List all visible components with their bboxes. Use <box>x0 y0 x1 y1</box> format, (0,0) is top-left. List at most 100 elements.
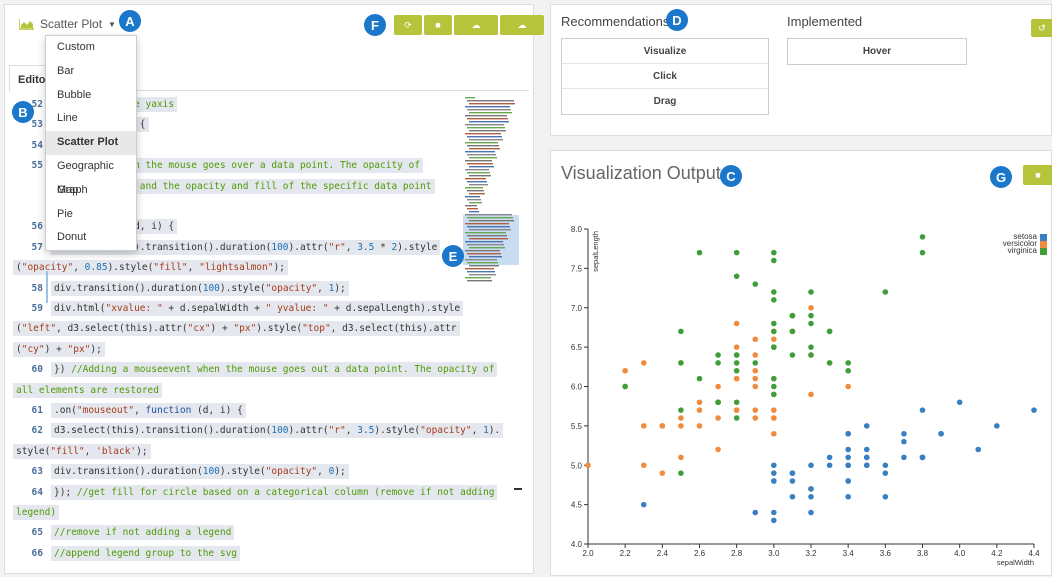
save-output-button[interactable]: ■ <box>1023 165 1052 185</box>
minimap-line <box>469 103 515 105</box>
code-text: .on("mouseout", function (d, i) { <box>51 401 246 421</box>
code-text: ("cy") + "px"); <box>13 340 105 360</box>
data-point-versicolor <box>659 423 666 429</box>
code-line[interactable]: 63 div.transition().duration(100).style(… <box>13 462 463 482</box>
code-line[interactable]: 60 }) //Adding a mouseevent when the mou… <box>13 360 498 380</box>
minimap-line <box>467 136 502 138</box>
code-line[interactable]: 65 //remove if not adding a legend <box>13 523 463 543</box>
annotation-badge-c: C <box>720 165 742 187</box>
data-point-versicolor <box>678 454 684 461</box>
minimap-line <box>469 256 502 258</box>
minimap-line <box>465 97 475 99</box>
code-line[interactable]: style("fill", 'black'); <box>13 442 463 462</box>
code-line[interactable]: all elements are restored <box>13 381 463 401</box>
minimap-line <box>465 232 506 234</box>
annotation-badge-d: D <box>666 9 688 31</box>
code-line[interactable]: legend) <box>13 503 463 523</box>
data-point-virginica <box>826 328 833 335</box>
code-text: ("opacity", 0.85).style("fill", "lightsa… <box>13 258 288 278</box>
data-point-versicolor <box>752 383 759 390</box>
minimap-line <box>465 106 510 108</box>
data-point-virginica <box>919 249 926 256</box>
minimap-line <box>467 154 496 156</box>
cloud-download-button[interactable]: ☁ <box>500 15 544 35</box>
code-line[interactable]: 62 d3.select(this).transition().duration… <box>13 421 504 441</box>
menu-item-line[interactable]: Line <box>46 107 136 131</box>
code-line[interactable]: ("cy") + "px"); <box>13 340 463 360</box>
data-point-virginica <box>678 407 684 413</box>
data-point-setosa <box>789 478 796 484</box>
cloud-upload-button[interactable]: ☁ <box>454 15 498 35</box>
y-axis-label: sepalLength <box>591 231 600 272</box>
data-point-setosa <box>771 470 777 476</box>
data-point-versicolor <box>696 399 703 406</box>
data-point-versicolor <box>752 367 759 374</box>
minimap-line <box>469 121 509 123</box>
interaction-drag[interactable]: Drag <box>562 89 768 114</box>
data-point-virginica <box>733 360 740 366</box>
minimap-line <box>467 181 487 183</box>
interaction-visualize[interactable]: Visualize <box>562 39 768 64</box>
cloud-upload-icon: ☁ <box>471 19 481 30</box>
menu-item-geographic-map[interactable]: Geographic Map <box>46 155 136 196</box>
data-point-setosa <box>882 462 889 469</box>
data-point-virginica <box>771 328 777 335</box>
data-point-virginica <box>771 344 777 350</box>
undo-button[interactable]: ↺ <box>1031 19 1052 37</box>
minimap-line <box>467 244 504 246</box>
gutter-change-marker <box>46 271 48 303</box>
minimap-line <box>469 112 512 114</box>
menu-item-bar[interactable]: Bar <box>46 60 136 84</box>
data-point-virginica <box>678 360 684 366</box>
minimap-line <box>467 118 508 120</box>
data-point-virginica <box>733 399 740 406</box>
code-line[interactable]: ("left", d3.select(this).attr("cx") + "p… <box>13 319 463 339</box>
data-point-virginica <box>733 352 740 358</box>
data-point-virginica <box>882 289 889 295</box>
data-point-setosa <box>771 517 777 524</box>
data-point-setosa <box>808 462 814 469</box>
code-line[interactable]: 58 div.transition().duration(100).style(… <box>13 279 463 299</box>
data-point-setosa <box>845 454 851 461</box>
editor-panel: Scatter Plot ▼ ⟳ ■ ☁ ☁ Edito 52 position… <box>4 4 544 574</box>
interaction-hover[interactable]: Hover <box>788 39 966 64</box>
chart-type-dropdown[interactable]: Scatter Plot ▼ <box>19 17 116 31</box>
code-line[interactable]: 59 div.html("xvalue: " + d.sepalWidth + … <box>13 299 464 319</box>
line-number: 59 <box>31 303 43 314</box>
code-line[interactable]: 64 }); //get fill for circle based on a … <box>13 483 498 503</box>
data-point-setosa <box>901 430 907 437</box>
menu-item-donut[interactable]: Donut <box>46 226 136 250</box>
refresh-button[interactable]: ⟳ <box>394 15 422 35</box>
data-point-versicolor <box>733 344 740 350</box>
y-tick-label: 7.0 <box>571 304 583 313</box>
annotation-badge-g: G <box>990 166 1012 188</box>
code-line[interactable]: 66 //append legend group to the svg <box>13 544 463 564</box>
annotation-badge-f: F <box>364 14 386 36</box>
minimap-line <box>465 223 509 225</box>
menu-item-graph[interactable]: Graph <box>46 179 136 203</box>
data-point-virginica <box>789 312 796 319</box>
minimap-viewport[interactable] <box>463 215 519 265</box>
line-number: 55 <box>31 160 43 172</box>
data-point-setosa <box>826 462 833 469</box>
menu-item-pie[interactable]: Pie <box>46 203 136 227</box>
data-point-virginica <box>826 360 833 366</box>
code-line[interactable]: 61 .on("mouseout", function (d, i) { <box>13 401 463 421</box>
data-point-virginica <box>771 297 777 303</box>
menu-item-bubble[interactable]: Bubble <box>46 84 136 108</box>
minimap-line <box>467 199 481 201</box>
data-point-setosa <box>845 462 851 469</box>
save-button[interactable]: ■ <box>424 15 452 35</box>
interaction-click[interactable]: Click <box>562 64 768 89</box>
code-line[interactable]: ("opacity", 0.85).style("fill", "lightsa… <box>13 258 463 278</box>
minimap-line <box>467 280 492 282</box>
save-icon: ■ <box>435 20 441 30</box>
data-point-versicolor <box>696 407 703 413</box>
data-point-virginica <box>789 352 796 358</box>
data-point-setosa <box>919 454 926 461</box>
code-minimap[interactable] <box>463 97 519 287</box>
menu-item-scatter-plot[interactable]: Scatter Plot <box>46 131 136 155</box>
x-tick-label: 2.4 <box>657 549 669 558</box>
menu-item-custom[interactable]: Custom <box>46 36 136 60</box>
data-point-virginica <box>715 352 721 358</box>
